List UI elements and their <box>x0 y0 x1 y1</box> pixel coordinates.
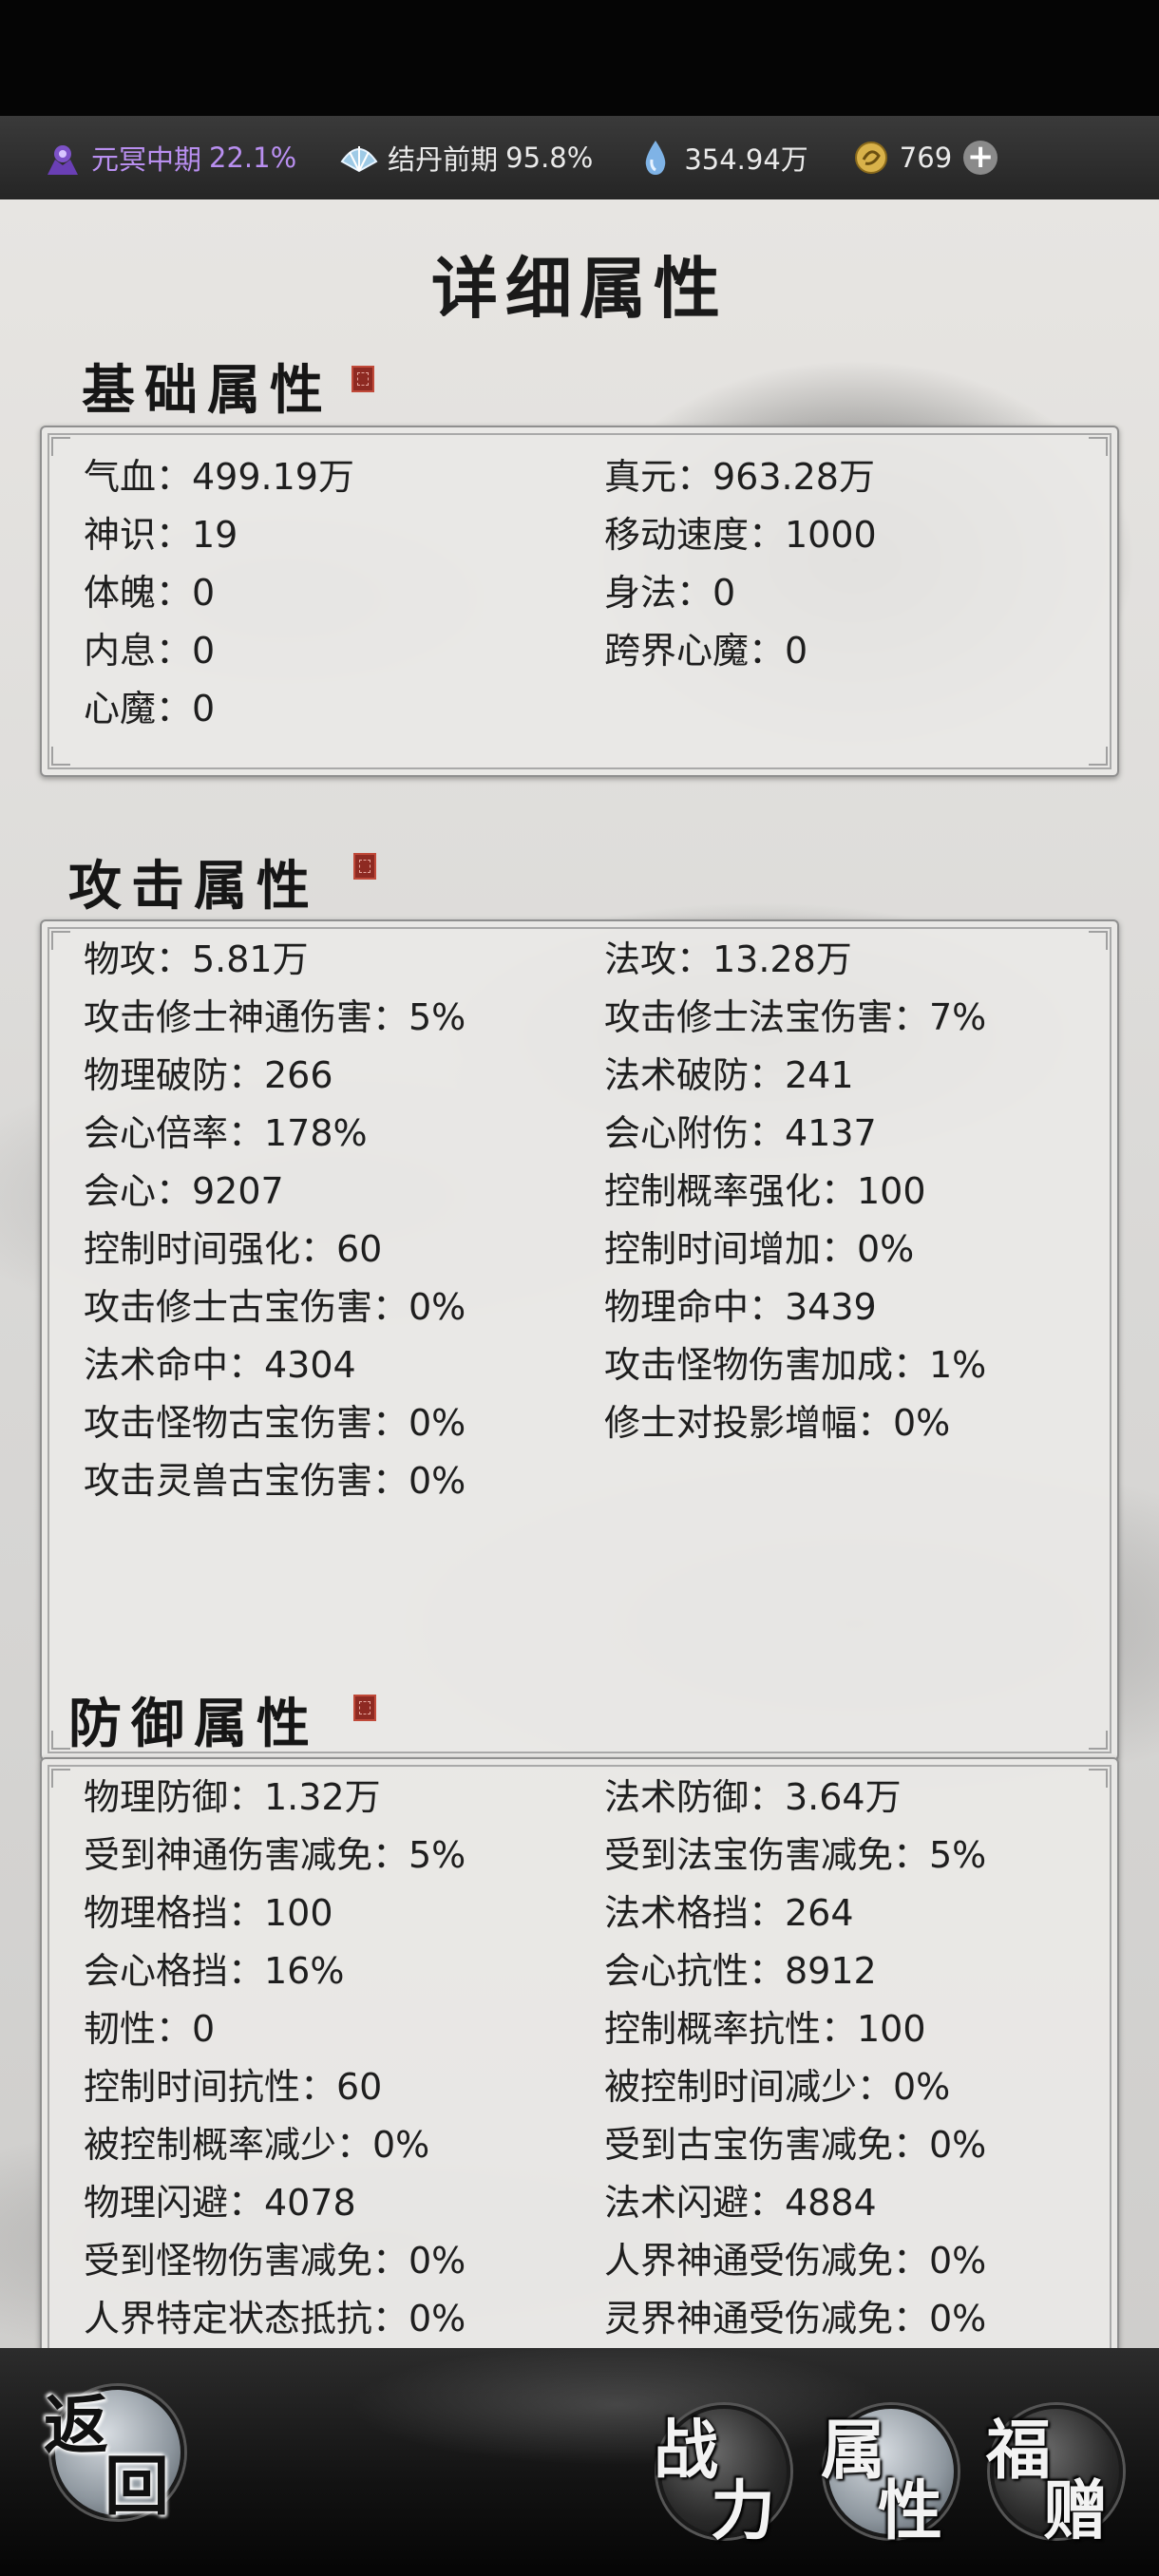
attr-cell: 真元：963.28万 <box>604 456 875 498</box>
gift-char-2: 赠 <box>1043 2473 1109 2549</box>
attr-cell: 体魄：0 <box>84 572 216 614</box>
realm-resource[interactable]: 元冥中期 22.1% <box>42 137 296 179</box>
attack-attributes-panel: 物攻：5.81万 法攻：13.28万 攻击修士神通伤害：5% 攻击修士法宝伤害：… <box>40 919 1119 1761</box>
core-resource[interactable]: 结丹前期 95.8% <box>338 137 593 179</box>
spirit-water-amount: 354.94万 <box>684 143 808 176</box>
attr-cell: 被控制时间减少：0% <box>604 2066 951 2108</box>
attr-cell: 控制时间抗性：60 <box>84 2066 383 2108</box>
back-char-2: 回 <box>104 2449 170 2525</box>
section-title-basic: 基础属性 <box>82 359 332 422</box>
attr-cell: 气血：499.19万 <box>84 456 354 498</box>
attr-cell: 物理命中：3439 <box>604 1286 877 1328</box>
attr-cell: 物理闪避：4078 <box>84 2182 356 2224</box>
attr-cell: 修士对投影增幅：0% <box>604 1402 951 1444</box>
attr-cell: 灵界神通受伤减免：0% <box>604 2298 987 2339</box>
defense-attributes-grid: 物理防御：1.32万 法术防御：3.64万 受到神通伤害减免：5% 受到法宝伤害… <box>84 1769 1098 2348</box>
attr-cell: 会心：9207 <box>84 1170 284 1212</box>
realm-name: 元冥中期 <box>91 143 202 176</box>
attr-cell: 法术闪避：4884 <box>604 2182 877 2224</box>
attr-cell: 物理防御：1.32万 <box>84 1776 381 1818</box>
seal-stamp-icon <box>352 366 374 392</box>
attr-cell: 物攻：5.81万 <box>84 938 309 980</box>
attr-cell: 会心附伤：4137 <box>604 1112 877 1154</box>
attr-cell: 被控制概率减少：0% <box>84 2124 430 2166</box>
basic-attributes-grid: 气血：499.19万 真元：963.28万 神识：19 移动速度：1000 体魄… <box>84 448 1098 738</box>
combat-power-button[interactable]: 战 力 <box>646 2397 798 2549</box>
attr-cell: 攻击修士法宝伤害：7% <box>604 996 987 1038</box>
fan-icon <box>338 137 380 179</box>
gift-button[interactable]: 福 赠 <box>978 2397 1130 2549</box>
power-char-2: 力 <box>711 2473 776 2549</box>
attr-cell <box>604 680 1098 738</box>
core-percent: 95.8% <box>505 142 594 174</box>
attr-cell: 人界神通受伤减免：0% <box>604 2240 987 2282</box>
back-char-1: 返 <box>44 2388 109 2464</box>
attr-cell: 法攻：13.28万 <box>604 938 852 980</box>
attack-attributes-grid: 物攻：5.81万 法攻：13.28万 攻击修士神通伤害：5% 攻击修士法宝伤害：… <box>84 931 1098 1510</box>
bottom-nav: 返 回 战 力 属 性 福 赠 <box>0 2348 1159 2576</box>
resource-bar: 元冥中期 22.1% 结丹前期 95.8% 354.94万 769 + <box>0 116 1159 201</box>
attr-cell: 跨界心魔：0 <box>604 630 808 672</box>
add-coins-button[interactable]: + <box>963 141 998 175</box>
attr-cell: 会心格挡：16% <box>84 1950 345 1992</box>
attr-cell: 法术命中：4304 <box>84 1344 356 1386</box>
attr-cell: 控制概率抗性：100 <box>604 2008 926 2050</box>
attr-cell: 控制时间强化：60 <box>84 1228 383 1270</box>
demon-realm-icon <box>42 137 84 179</box>
power-char-1: 战 <box>654 2413 719 2489</box>
attr-cell <box>604 1452 1098 1510</box>
section-title-defense: 防御属性 <box>68 1693 319 1755</box>
attr-cell: 人界特定状态抵抗：0% <box>84 2298 466 2339</box>
attr-cell: 会心倍率：178% <box>84 1112 368 1154</box>
attributes-char-1: 属 <box>821 2413 886 2489</box>
attr-cell: 移动速度：1000 <box>604 514 877 556</box>
attr-cell: 受到神通伤害减免：5% <box>84 1834 466 1876</box>
water-drop-icon <box>635 137 676 179</box>
seal-stamp-icon <box>353 1695 376 1721</box>
section-title-attack: 攻击属性 <box>68 855 319 918</box>
seal-stamp-icon <box>353 853 376 880</box>
back-button[interactable]: 返 回 <box>38 2373 190 2525</box>
coin-icon <box>850 137 892 179</box>
attributes-char-2: 性 <box>878 2473 943 2549</box>
attr-cell: 控制时间增加：0% <box>604 1228 915 1270</box>
attr-cell: 物理破防：266 <box>84 1054 333 1096</box>
attr-cell: 身法：0 <box>604 572 736 614</box>
coin-amount: 769 <box>899 142 953 174</box>
attr-cell: 攻击怪物伤害加成：1% <box>604 1344 987 1386</box>
attr-cell: 物理格挡：100 <box>84 1892 333 1934</box>
attr-cell: 攻击怪物古宝伤害：0% <box>84 1402 466 1444</box>
attr-cell: 受到法宝伤害减免：5% <box>604 1834 987 1876</box>
attr-cell: 韧性：0 <box>84 2008 216 2050</box>
gift-char-1: 福 <box>986 2413 1052 2489</box>
attr-cell: 会心抗性：8912 <box>604 1950 877 1992</box>
attr-cell: 受到怪物伤害减免：0% <box>84 2240 466 2282</box>
attr-cell: 攻击修士神通伤害：5% <box>84 996 466 1038</box>
coin-resource[interactable]: 769 + <box>850 137 998 179</box>
attr-cell: 攻击灵兽古宝伤害：0% <box>84 1460 466 1502</box>
core-name: 结丹前期 <box>388 143 499 176</box>
attributes-button[interactable]: 属 性 <box>813 2397 965 2549</box>
spirit-water-resource[interactable]: 354.94万 <box>635 137 808 179</box>
attr-cell: 法术防御：3.64万 <box>604 1776 902 1818</box>
page-title: 详细属性 <box>431 249 728 328</box>
attr-cell: 攻击修士古宝伤害：0% <box>84 1286 466 1328</box>
attr-cell: 内息：0 <box>84 630 216 672</box>
status-bar-area <box>0 0 1159 116</box>
attr-cell: 法术破防：241 <box>604 1054 854 1096</box>
defense-attributes-panel: 物理防御：1.32万 法术防御：3.64万 受到神通伤害减免：5% 受到法宝伤害… <box>40 1757 1119 2348</box>
attr-cell: 心魔：0 <box>84 688 216 729</box>
attr-cell: 受到古宝伤害减免：0% <box>604 2124 987 2166</box>
attribute-detail-page[interactable]: 详细属性 基础属性 气血：499.19万 真元：963.28万 神识：19 移动… <box>0 199 1159 2348</box>
attr-cell: 神识：19 <box>84 514 238 556</box>
attr-cell: 控制概率强化：100 <box>604 1170 926 1212</box>
basic-attributes-panel: 气血：499.19万 真元：963.28万 神识：19 移动速度：1000 体魄… <box>40 426 1119 777</box>
realm-percent: 22.1% <box>209 142 297 174</box>
attr-cell: 法术格挡：264 <box>604 1892 854 1934</box>
